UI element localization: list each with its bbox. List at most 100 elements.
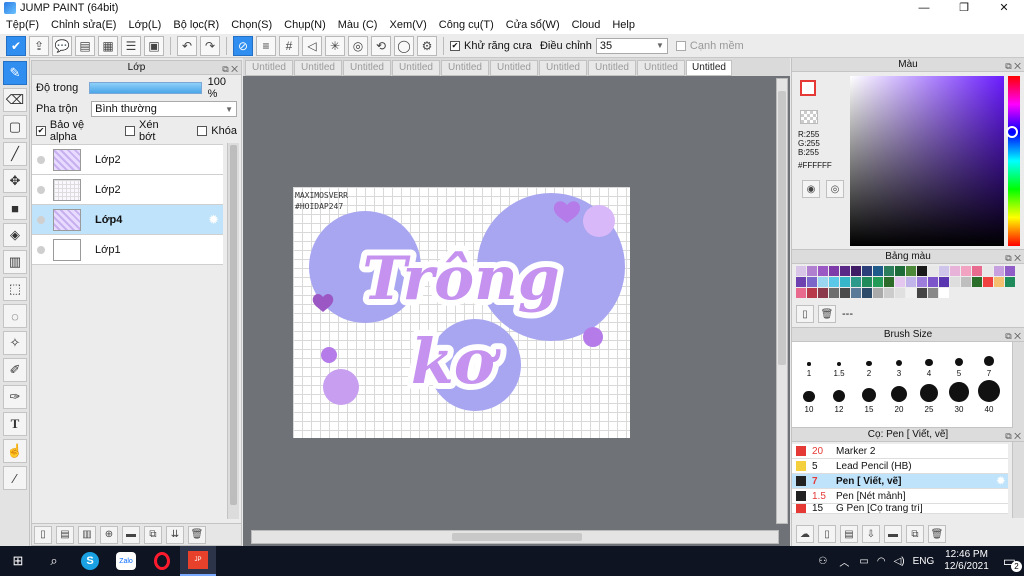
palette-swatch[interactable]	[851, 266, 861, 276]
snap-parallel-icon[interactable]: ≡	[256, 35, 276, 56]
brush-size-cell[interactable]: 3	[884, 342, 914, 378]
palette-swatch[interactable]	[961, 277, 971, 287]
tab-untitled[interactable]: Untitled	[490, 60, 538, 76]
brush-row[interactable]: 15 G Pen [Cọ trang trí]	[792, 504, 1008, 514]
brush-menu-icon[interactable]: ▤	[840, 525, 858, 543]
brush-row[interactable]: 1.5 Pen [Nét mảnh]	[792, 489, 1008, 504]
palette-swatch[interactable]	[829, 288, 839, 298]
rectangle-tool-icon[interactable]: ▢	[3, 115, 27, 139]
palette-swatch[interactable]	[796, 277, 806, 287]
brush-size-cell[interactable]: 25	[914, 378, 944, 414]
palette-swatch[interactable]	[862, 277, 872, 287]
zalo-icon[interactable]: Zalo	[108, 546, 144, 576]
layer-row[interactable]: Lớp2	[32, 145, 223, 175]
brush-folder-icon[interactable]: ▬	[884, 525, 902, 543]
panel-close-icon[interactable]: ⧉ ✕	[1005, 429, 1021, 443]
folder-icon[interactable]: ▬	[122, 525, 140, 544]
palette-swatch[interactable]	[829, 266, 839, 276]
opera-icon[interactable]	[144, 546, 180, 576]
snap-curve-icon[interactable]: ⟲	[371, 35, 391, 56]
brush-size-cell[interactable]: 2	[854, 342, 884, 378]
palette-swatch[interactable]	[862, 266, 872, 276]
duplicate-layer-icon[interactable]: ⧉	[144, 525, 162, 544]
brush-duplicate-icon[interactable]: ⧉	[906, 525, 924, 543]
palette-swatch[interactable]	[961, 266, 971, 276]
snap-settings-icon[interactable]: ⚙	[417, 35, 437, 56]
search-icon[interactable]: ⌕	[36, 546, 72, 576]
hue-handle[interactable]	[1006, 126, 1018, 138]
hue-slider[interactable]	[1006, 76, 1020, 246]
palette-swatch[interactable]	[840, 266, 850, 276]
brush-size-cell[interactable]: 7	[974, 342, 1004, 378]
layer-row[interactable]: Lớp2	[32, 175, 223, 205]
comment-icon[interactable]: 💬	[52, 35, 72, 56]
palette-swatch[interactable]	[807, 277, 817, 287]
minimize-button[interactable]: —	[904, 0, 944, 16]
palette-swatch[interactable]	[917, 266, 927, 276]
menu-layer[interactable]: Lớp(L)	[128, 19, 161, 31]
palette-swatch[interactable]	[796, 288, 806, 298]
panel-close-icon[interactable]: ⧉ ✕	[1005, 329, 1021, 343]
palette-swatch[interactable]	[840, 277, 850, 287]
visibility-icon[interactable]	[37, 185, 45, 194]
palette-swatch[interactable]	[851, 288, 861, 298]
brush-cloud-icon[interactable]: ☁	[796, 525, 814, 543]
panel-close-icon[interactable]: ⧉ ✕	[222, 62, 238, 76]
volume-icon[interactable]: ◁)	[894, 556, 905, 567]
chevron-up-icon[interactable]: ︿	[839, 554, 849, 569]
layer-row-selected[interactable]: Lớp4 ✹	[32, 205, 223, 235]
palette-swatch[interactable]	[862, 288, 872, 298]
menu-window[interactable]: Cửa sổ(W)	[506, 19, 560, 31]
palette-swatch[interactable]	[972, 277, 982, 287]
brush-size-cell[interactable]: 40	[974, 378, 1004, 414]
canvas-horizontal-scrollbar[interactable]	[251, 530, 779, 544]
palette-swatch[interactable]	[818, 266, 828, 276]
maximize-button[interactable]: ❐	[944, 0, 984, 16]
tab-untitled-active[interactable]: Untitled	[686, 60, 732, 76]
palette-swatch[interactable]	[818, 288, 828, 298]
panel-close-icon[interactable]: ⧉ ✕	[1005, 59, 1021, 73]
lock-checkbox[interactable]	[197, 126, 208, 136]
trash-icon[interactable]: 🗑	[928, 525, 946, 543]
scroll-thumb[interactable]	[230, 145, 237, 505]
brush-settings-icon[interactable]: ✹	[997, 476, 1005, 487]
new-palette-icon[interactable]: ▯	[796, 305, 814, 323]
color-picker-icon[interactable]: ◉	[802, 180, 820, 198]
clip-checkbox[interactable]	[125, 126, 135, 136]
soft-edge-checkbox[interactable]	[675, 40, 686, 51]
brush-row[interactable]: 5 Lead Pencil (HB)	[792, 459, 1008, 474]
snap-ellipse-icon[interactable]: ◯	[394, 35, 414, 56]
jump-paint-taskbar-icon[interactable]: JP	[180, 546, 216, 576]
windows-start-icon[interactable]: ⊞	[0, 546, 36, 576]
menu-edit[interactable]: Chỉnh sửa(E)	[51, 19, 116, 31]
menu-capture[interactable]: Chụp(N)	[284, 19, 326, 31]
brush-size-cell[interactable]: 1	[794, 342, 824, 378]
foreground-color-swatch[interactable]	[800, 80, 816, 96]
lasso-tool-icon[interactable]: ◌	[3, 304, 27, 328]
palette-swatch[interactable]	[928, 266, 938, 276]
palette-swatch[interactable]	[873, 266, 883, 276]
notification-icon[interactable]: ▭ 2	[1003, 553, 1022, 572]
trash-icon[interactable]: 🗑	[188, 525, 206, 544]
palette-swatch[interactable]	[840, 288, 850, 298]
tab-untitled[interactable]: Untitled	[637, 60, 685, 76]
clock[interactable]: 12:46 PM 12/6/2021	[944, 549, 989, 573]
palette-swatch[interactable]	[983, 277, 993, 287]
brush-import-icon[interactable]: ⇩	[862, 525, 880, 543]
layer-settings-icon[interactable]: ✹	[208, 212, 219, 228]
palette-swatch[interactable]	[983, 266, 993, 276]
palette-swatch[interactable]	[895, 266, 905, 276]
panel-close-icon[interactable]: ⧉ ✕	[1005, 251, 1021, 265]
menu-tools[interactable]: Công cụ(T)	[439, 19, 494, 31]
snap-radial-icon[interactable]: ✳	[325, 35, 345, 56]
palette-swatch[interactable]	[906, 288, 916, 298]
visibility-icon[interactable]	[37, 245, 45, 254]
new-text-layer-icon[interactable]: ▥	[78, 525, 96, 544]
text-tool-icon[interactable]: T	[3, 412, 27, 436]
brush-size-cell[interactable]: 4	[914, 342, 944, 378]
tab-untitled[interactable]: Untitled	[588, 60, 636, 76]
scroll-thumb[interactable]	[452, 533, 582, 541]
menu-view[interactable]: Xem(V)	[389, 19, 426, 31]
people-icon[interactable]: ⚇	[818, 556, 827, 567]
transparent-color-swatch[interactable]	[800, 110, 818, 124]
